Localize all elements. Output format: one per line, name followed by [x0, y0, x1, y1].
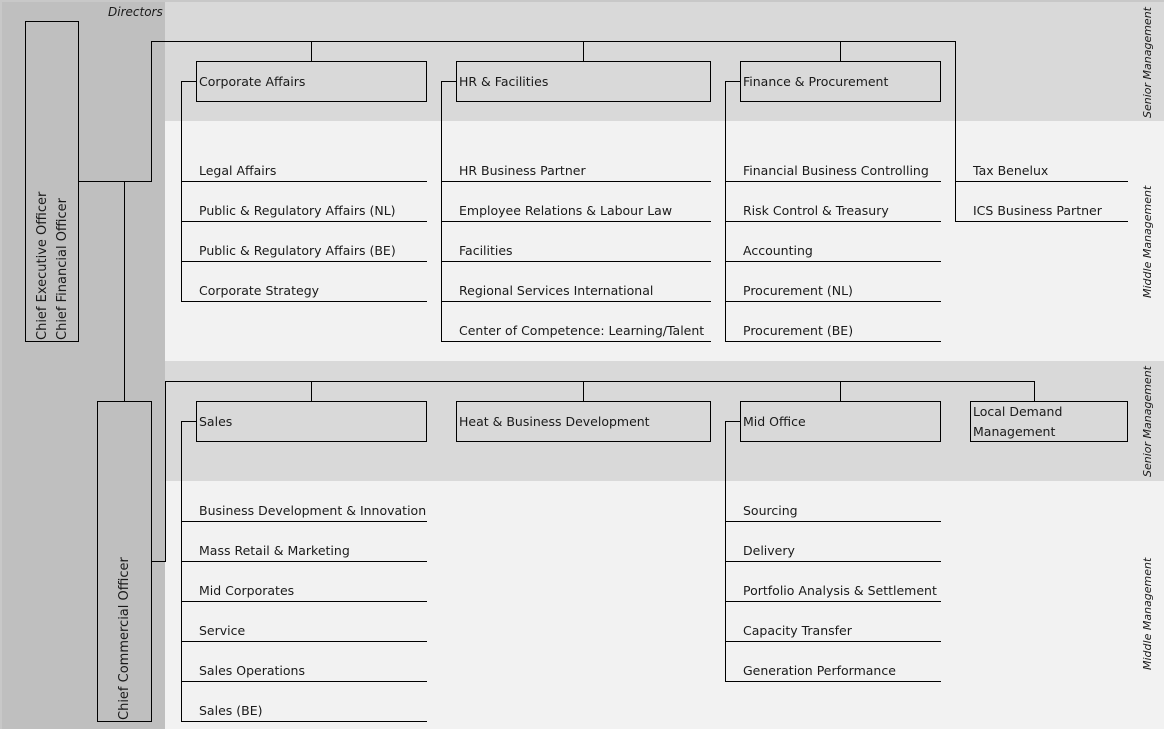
unit-item[interactable]: Service — [182, 622, 427, 642]
side-label-senior-bottom: Senior Management — [1141, 366, 1154, 477]
unit-item[interactable]: Sourcing — [726, 502, 941, 522]
unit-item[interactable]: Delivery — [726, 542, 941, 562]
ceo-cfo-box[interactable]: Chief Executive Officer Chief Financial … — [25, 21, 79, 342]
unit-item[interactable]: Financial Business Controlling — [726, 162, 941, 182]
unit-item[interactable]: Portfolio Analysis & Settlement — [726, 582, 941, 602]
top-gridline — [0, 0, 1164, 2]
dept-label: Mid Office — [743, 413, 806, 429]
unit-item[interactable]: Mass Retail & Marketing — [182, 542, 427, 562]
connector — [165, 381, 166, 562]
dept-local-demand-management[interactable]: Local Demand Management — [970, 401, 1128, 442]
unit-item[interactable]: Sales (BE) — [182, 702, 427, 722]
unit-item[interactable]: Accounting — [726, 242, 941, 262]
unit-item[interactable]: Center of Competence: Learning/Talent — [442, 322, 711, 342]
unit-item[interactable]: Procurement (BE) — [726, 322, 941, 342]
connector — [725, 421, 740, 422]
connector — [311, 381, 312, 402]
dept-corporate-affairs[interactable]: Corporate Affairs — [196, 61, 427, 102]
connector — [840, 41, 841, 62]
unit-item[interactable]: ICS Business Partner — [956, 202, 1128, 222]
unit-item[interactable]: Public & Regulatory Affairs (BE) — [182, 242, 427, 262]
dept-finance-procurement[interactable]: Finance & Procurement — [740, 61, 941, 102]
unit-item[interactable]: HR Business Partner — [442, 162, 711, 182]
connector — [151, 41, 956, 42]
connector — [181, 81, 182, 302]
unit-item[interactable]: Facilities — [442, 242, 711, 262]
connector — [441, 81, 456, 82]
connector — [311, 41, 312, 62]
dept-label: Local Demand Management — [973, 403, 1063, 439]
dept-sales[interactable]: Sales — [196, 401, 427, 442]
side-label-middle-top: Middle Management — [1141, 185, 1154, 298]
unit-item[interactable]: Legal Affairs — [182, 162, 427, 182]
unit-item[interactable]: Procurement (NL) — [726, 282, 941, 302]
connector — [151, 561, 166, 562]
dept-label: Corporate Affairs — [199, 73, 306, 89]
dept-label: Heat & Business Development — [459, 413, 650, 429]
connector — [725, 81, 740, 82]
unit-item[interactable]: Mid Corporates — [182, 582, 427, 602]
connector — [165, 381, 1035, 382]
connector — [151, 41, 152, 182]
dept-hr-facilities[interactable]: HR & Facilities — [456, 61, 711, 102]
connector — [78, 181, 152, 182]
unit-item[interactable]: Tax Benelux — [956, 162, 1128, 182]
dept-label: Finance & Procurement — [743, 73, 889, 89]
side-label-senior-top: Senior Management — [1141, 7, 1154, 118]
connector — [840, 381, 841, 402]
unit-item[interactable]: Business Development & Innovation — [182, 502, 427, 522]
cfo-label: Chief Financial Officer — [55, 198, 70, 340]
connector — [124, 181, 125, 401]
middle-management-band-bottom — [0, 481, 1164, 729]
left-gridline — [0, 0, 2, 729]
connector — [181, 421, 196, 422]
unit-item[interactable]: Risk Control & Treasury — [726, 202, 941, 222]
connector — [1034, 381, 1035, 402]
cco-label: Chief Commercial Officer — [117, 557, 132, 720]
dept-heat-business-development[interactable]: Heat & Business Development — [456, 401, 711, 442]
unit-item[interactable]: Public & Regulatory Affairs (NL) — [182, 202, 427, 222]
cco-box[interactable]: Chief Commercial Officer — [97, 401, 152, 722]
directors-label: Directors — [108, 5, 163, 19]
side-label-middle-bottom: Middle Management — [1141, 557, 1154, 670]
unit-item[interactable]: Corporate Strategy — [182, 282, 427, 302]
dept-label: Sales — [199, 413, 233, 429]
connector — [181, 81, 196, 82]
dept-label: HR & Facilities — [459, 73, 549, 89]
dept-mid-office[interactable]: Mid Office — [740, 401, 941, 442]
ceo-label: Chief Executive Officer — [35, 191, 50, 340]
unit-item[interactable]: Employee Relations & Labour Law — [442, 202, 711, 222]
unit-item[interactable]: Capacity Transfer — [726, 622, 941, 642]
unit-item[interactable]: Generation Performance — [726, 662, 941, 682]
connector — [955, 41, 956, 222]
unit-item[interactable]: Sales Operations — [182, 662, 427, 682]
unit-item[interactable]: Regional Services International — [442, 282, 711, 302]
connector — [583, 41, 584, 62]
connector — [583, 381, 584, 402]
